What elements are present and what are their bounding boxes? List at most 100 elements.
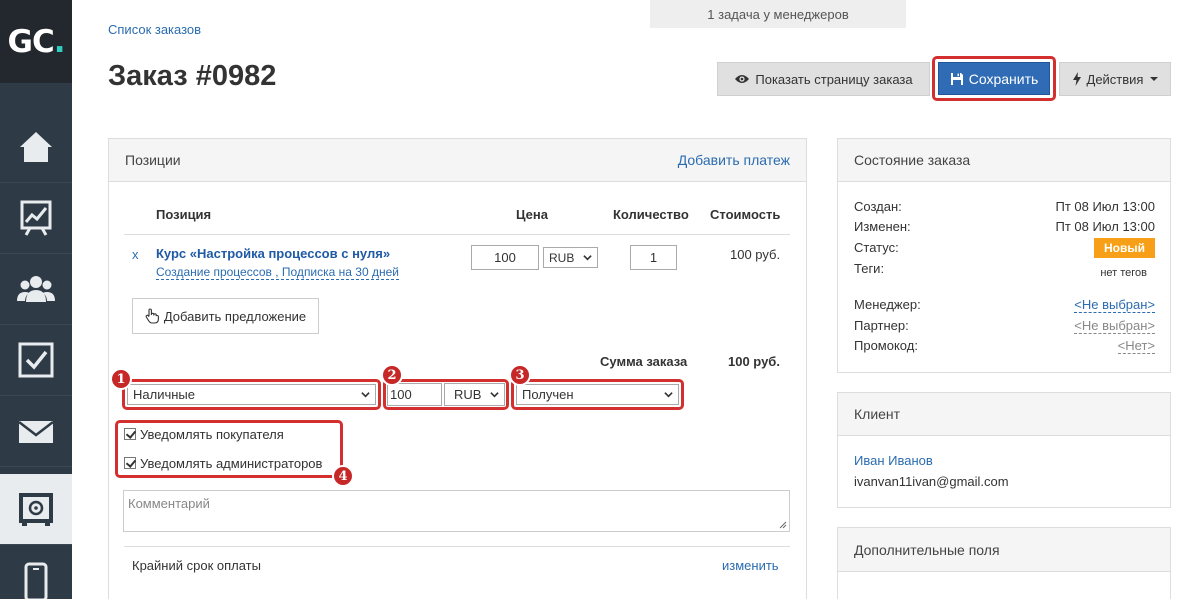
remove-item-button[interactable]: x bbox=[132, 247, 139, 262]
add-offer-label: Добавить предложение bbox=[163, 308, 307, 324]
notify-admins-label: Уведомлять администраторов bbox=[140, 456, 323, 471]
sidebar-item-mobile[interactable] bbox=[0, 545, 72, 599]
save-label: Сохранить bbox=[968, 70, 1039, 87]
manager-select-link[interactable]: <Не выбран> bbox=[1074, 297, 1155, 313]
order-state-header: Состояние заказа bbox=[838, 139, 1170, 182]
chevron-down-icon bbox=[664, 392, 673, 398]
column-header-item: Позиция bbox=[156, 207, 212, 222]
annotation-badge-2: 2 bbox=[381, 364, 403, 386]
client-email: ivanvan11ivan@gmail.com bbox=[854, 474, 1009, 489]
change-deadline-link[interactable]: изменить bbox=[722, 558, 779, 573]
price-input[interactable]: 100 bbox=[471, 245, 539, 270]
annotation-badge-4: 4 bbox=[332, 465, 354, 487]
sidebar-item-users[interactable] bbox=[0, 254, 72, 325]
save-button-highlight: Сохранить bbox=[932, 56, 1056, 101]
status-badge: Новый bbox=[1094, 238, 1155, 258]
promo-label: Промокод: bbox=[854, 338, 918, 353]
payment-amount-input[interactable]: 100 bbox=[387, 383, 442, 406]
payment-currency-select[interactable]: RUB bbox=[444, 383, 505, 406]
created-value: Пт 08 Июл 13:00 bbox=[1055, 199, 1155, 214]
status-label: Статус: bbox=[854, 240, 899, 255]
extra-fields-header: Дополнительные поля bbox=[838, 528, 1170, 572]
breadcrumb-orders-list[interactable]: Список заказов bbox=[108, 22, 201, 37]
created-label: Создан: bbox=[854, 199, 902, 214]
promo-select-link[interactable]: <Нет> bbox=[1117, 338, 1155, 354]
order-total-value: 100 руб. bbox=[728, 354, 780, 369]
app-root: GC. 1 задача у менеджеров Список заказов… bbox=[0, 0, 1200, 599]
table-divider bbox=[124, 234, 790, 235]
notify-buyer-label: Уведомлять покупателя bbox=[140, 427, 284, 442]
safe-icon bbox=[19, 493, 53, 526]
floppy-icon bbox=[950, 72, 963, 85]
checkbox-checked-icon bbox=[124, 457, 136, 469]
comment-textarea[interactable]: Комментарий bbox=[123, 490, 790, 532]
save-button[interactable]: Сохранить bbox=[938, 62, 1050, 95]
extra-fields-title: Дополнительные поля bbox=[854, 541, 1000, 558]
annotation-badge-3: 3 bbox=[509, 364, 531, 386]
client-name-link[interactable]: Иван Иванов bbox=[854, 453, 933, 468]
page-title: Заказ #0982 bbox=[108, 60, 277, 92]
price-currency-value: RUB bbox=[549, 250, 575, 265]
notify-admins-checkbox[interactable]: Уведомлять администраторов bbox=[124, 456, 322, 471]
quantity-value: 1 bbox=[649, 250, 658, 265]
tags-label: Теги: bbox=[854, 261, 885, 276]
price-value: 100 bbox=[494, 250, 516, 265]
column-header-qty: Количество bbox=[613, 207, 689, 222]
course-name-link[interactable]: Курс «Настройка процессов с нуля» bbox=[156, 246, 390, 261]
client-title: Клиент bbox=[854, 406, 901, 422]
logo-text: GC bbox=[7, 23, 55, 60]
resize-grip-icon[interactable] bbox=[779, 521, 787, 529]
bolt-icon bbox=[1072, 72, 1081, 86]
payment-amount-value: 100 bbox=[390, 387, 412, 402]
mail-icon bbox=[18, 421, 54, 443]
client-panel-header: Клиент bbox=[838, 393, 1170, 436]
chart-icon bbox=[20, 200, 52, 236]
actions-dropdown-button[interactable]: Действия bbox=[1059, 62, 1171, 96]
column-header-cost: Стоимость bbox=[710, 207, 781, 222]
checkbox-checked-icon bbox=[124, 428, 136, 440]
payment-deadline-label: Крайний срок оплаты bbox=[132, 558, 261, 573]
sidebar-item-sales[interactable] bbox=[0, 474, 72, 545]
order-state-title: Состояние заказа bbox=[854, 152, 971, 168]
payment-method-select[interactable]: Наличные bbox=[127, 384, 376, 405]
checkbox-icon bbox=[18, 342, 54, 378]
home-icon bbox=[20, 132, 52, 162]
payment-currency-value: RUB bbox=[454, 387, 482, 402]
comment-placeholder: Комментарий bbox=[128, 496, 210, 511]
payment-status-value: Получен bbox=[522, 387, 574, 402]
show-order-page-label: Показать страницу заказа bbox=[755, 71, 913, 87]
sidebar-item-stats[interactable] bbox=[0, 183, 72, 254]
chevron-down-icon bbox=[490, 392, 499, 398]
actions-label: Действия bbox=[1086, 71, 1144, 87]
annotation-badge-1: 1 bbox=[110, 368, 132, 390]
client-panel: Клиент bbox=[837, 392, 1171, 508]
logo[interactable]: GC. bbox=[0, 0, 72, 83]
quantity-input[interactable]: 1 bbox=[630, 245, 677, 270]
users-icon bbox=[17, 276, 55, 302]
show-order-page-button[interactable]: Показать страницу заказа bbox=[717, 62, 930, 96]
sidebar: GC. bbox=[0, 0, 72, 599]
deadline-divider bbox=[124, 546, 790, 547]
sidebar-item-tasks[interactable] bbox=[0, 325, 72, 396]
payment-method-value: Наличные bbox=[133, 387, 195, 402]
sidebar-item-mail[interactable] bbox=[0, 396, 72, 467]
hand-pointer-icon bbox=[145, 308, 159, 324]
phone-icon bbox=[24, 562, 48, 599]
partner-select-link[interactable]: <Не выбран> bbox=[1074, 318, 1155, 334]
add-offer-button[interactable]: Добавить предложение bbox=[132, 298, 319, 334]
manager-label: Менеджер: bbox=[854, 297, 921, 312]
notify-buyer-checkbox[interactable]: Уведомлять покупателя bbox=[124, 427, 284, 442]
chevron-down-icon bbox=[361, 392, 370, 398]
payment-status-select[interactable]: Получен bbox=[516, 384, 679, 405]
chevron-down-icon bbox=[583, 255, 592, 261]
tags-value: нет тегов bbox=[1100, 267, 1147, 279]
sidebar-item-home[interactable] bbox=[0, 112, 72, 183]
course-offer-link[interactable]: Создание процессов , Подписка на 30 дней bbox=[156, 265, 399, 280]
caret-down-icon bbox=[1150, 77, 1159, 81]
price-currency-select[interactable]: RUB bbox=[543, 247, 598, 268]
positions-panel-header: Позиции Добавить платеж bbox=[109, 139, 806, 182]
manager-tasks-notice[interactable]: 1 задача у менеджеров bbox=[650, 0, 906, 28]
changed-value: Пт 08 Июл 13:00 bbox=[1055, 219, 1155, 234]
notice-text: 1 задача у менеджеров bbox=[707, 6, 849, 22]
add-payment-link[interactable]: Добавить платеж bbox=[678, 152, 790, 168]
